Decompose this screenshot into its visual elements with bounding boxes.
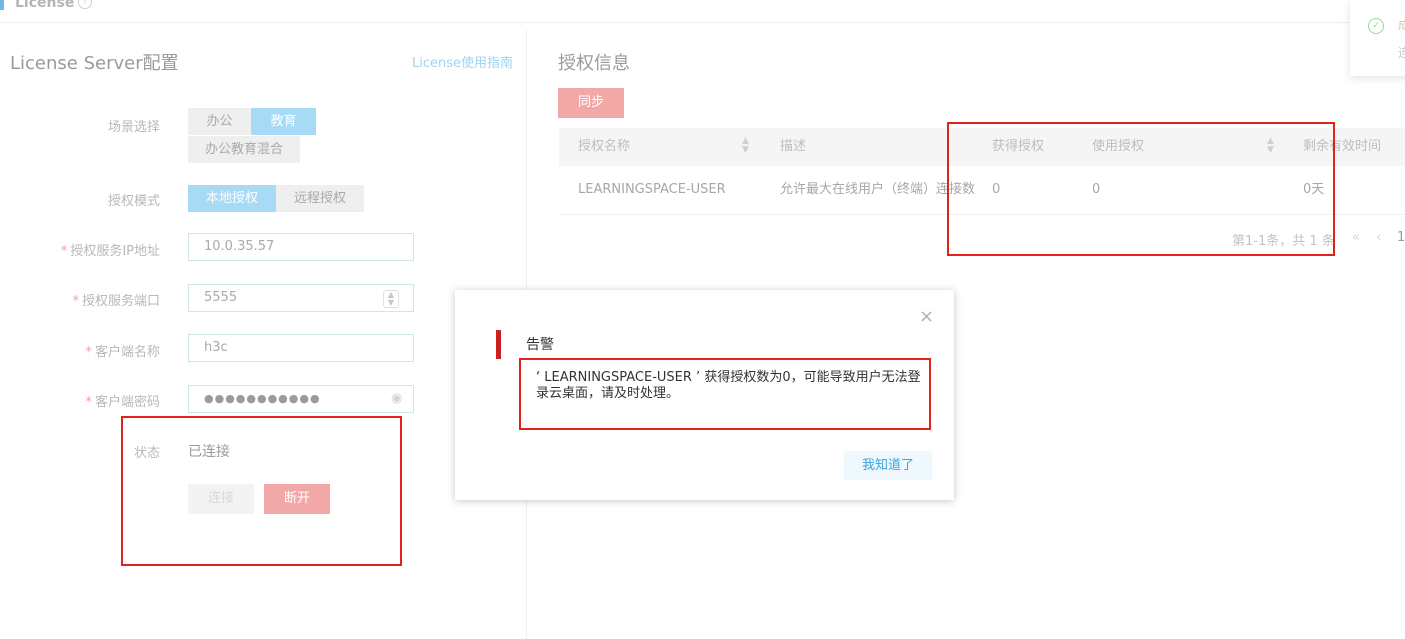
- scene-option-mixed[interactable]: 办公教育混合: [188, 136, 300, 163]
- client-password-label: * 客户端密码: [85, 395, 160, 410]
- server-port-label: * 授权服务端口: [72, 294, 160, 309]
- check-circle-icon: ✓: [1368, 18, 1384, 34]
- license-info-title: 授权信息: [558, 53, 630, 74]
- scene-label: 场景选择: [107, 120, 160, 135]
- server-ip-input[interactable]: 10.0.35.57: [188, 233, 414, 261]
- sort-icon[interactable]: ▲ ▼: [742, 137, 749, 155]
- port-stepper-icon[interactable]: ▲ ▼: [383, 290, 399, 308]
- scene-option-education[interactable]: 教育: [251, 108, 316, 135]
- server-port-value: 5555: [204, 290, 238, 305]
- prev-page-icon[interactable]: ‹: [1376, 230, 1381, 245]
- cell-description: 允许最大在线用户（终端）连接数: [780, 182, 976, 197]
- column-header-name[interactable]: 授权名称: [578, 128, 630, 166]
- annotation-box-license-counts: [947, 122, 1335, 256]
- mode-option-remote[interactable]: 远程授权: [276, 185, 364, 212]
- success-toast: ✓ 成 连: [1350, 0, 1405, 76]
- annotation-box-alert-message: [519, 358, 931, 430]
- required-asterisk: *: [72, 294, 79, 309]
- client-name-label: * 客户端名称: [85, 345, 160, 360]
- client-password-value: ●●●●●●●●●●●: [204, 392, 321, 405]
- mode-label: 授权模式: [107, 194, 160, 209]
- acknowledge-button[interactable]: 我知道了: [844, 451, 932, 480]
- header-accent-bar: [0, 0, 4, 10]
- required-asterisk: *: [85, 395, 92, 410]
- license-guide-link[interactable]: License使用指南: [412, 52, 513, 71]
- help-icon[interactable]: ?: [78, 0, 92, 9]
- server-port-input[interactable]: 5555 ▲ ▼: [188, 284, 414, 312]
- client-password-input[interactable]: ●●●●●●●●●●● ◉: [188, 385, 414, 413]
- alert-accent-bar: [496, 330, 501, 359]
- server-ip-label: * 授权服务IP地址: [60, 244, 160, 259]
- alert-title: 告警: [526, 337, 554, 353]
- annotation-box-status: [121, 416, 402, 566]
- column-header-description: 描述: [780, 139, 807, 154]
- toast-message: 连: [1398, 46, 1405, 60]
- page-title: License: [15, 0, 75, 11]
- close-icon[interactable]: ×: [919, 308, 934, 326]
- cell-name: LEARNINGSPACE-USER: [578, 182, 726, 197]
- sync-button[interactable]: 同步: [558, 88, 624, 118]
- toast-title: 成: [1398, 18, 1405, 32]
- page-header: License ?: [0, 0, 1405, 23]
- required-asterisk: *: [85, 345, 92, 360]
- client-name-input[interactable]: h3c: [188, 334, 414, 362]
- eye-icon[interactable]: ◉: [391, 386, 403, 412]
- first-page-icon[interactable]: «: [1352, 230, 1360, 245]
- current-page-number[interactable]: 1: [1397, 230, 1405, 245]
- scene-option-office[interactable]: 办公: [188, 108, 251, 135]
- license-server-config-title: License Server配置: [10, 53, 179, 74]
- required-asterisk: *: [60, 244, 68, 259]
- mode-option-local[interactable]: 本地授权: [188, 185, 276, 212]
